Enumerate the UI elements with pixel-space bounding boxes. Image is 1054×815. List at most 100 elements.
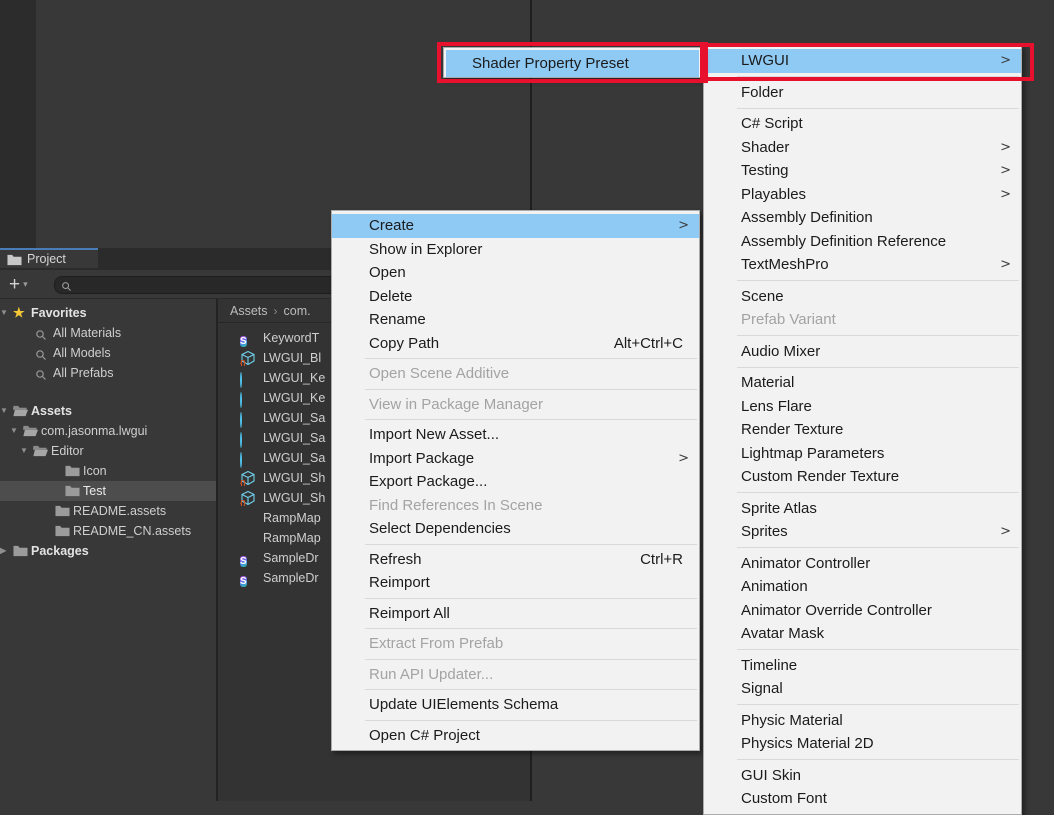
menu-item-physics-material-2d[interactable]: Physics Material 2D <box>704 732 1021 756</box>
menu-item-audio-mixer[interactable]: Audio Mixer <box>704 340 1021 364</box>
menu-item-assembly-definition-reference[interactable]: Assembly Definition Reference <box>704 230 1021 254</box>
tree-item-all-models[interactable]: All Models <box>0 343 216 363</box>
material-asset-icon <box>240 410 256 426</box>
submenu-chevron-icon: > <box>1000 253 1011 277</box>
breadcrumb-segment[interactable]: Assets <box>230 304 268 318</box>
menu-item-label: Select Dependencies <box>369 520 511 537</box>
menu-item-label: Assembly Definition Reference <box>741 233 946 250</box>
tree-item-com-jasonma-lwgui[interactable]: ▼com.jasonma.lwgui <box>0 421 216 441</box>
menu-item-folder[interactable]: Folder <box>704 81 1021 105</box>
menu-item-physic-material[interactable]: Physic Material <box>704 709 1021 733</box>
menu-item-select-dependencies[interactable]: Select Dependencies <box>332 517 699 541</box>
menu-item-avatar-mask[interactable]: Avatar Mask <box>704 622 1021 646</box>
foldout-open-icon[interactable]: ▼ <box>0 303 8 323</box>
menu-separator <box>737 759 1019 760</box>
menu-item-label: Animator Override Controller <box>741 602 932 619</box>
menu-item-render-texture[interactable]: Render Texture <box>704 418 1021 442</box>
shader-asset-icon: S <box>240 570 256 586</box>
menu-item-reimport-all[interactable]: Reimport All <box>332 602 699 626</box>
menu-item-playables[interactable]: Playables > <box>704 183 1021 207</box>
menu-item-open[interactable]: Open <box>332 261 699 285</box>
menu-item-textmeshpro[interactable]: TextMeshPro> <box>704 253 1021 277</box>
breadcrumb-segment[interactable]: com. <box>284 304 311 318</box>
asset-item-label: LWGUI_Ke <box>263 368 325 388</box>
menu-item-custom-render-texture[interactable]: Custom Render Texture <box>704 465 1021 489</box>
foldout-open-icon[interactable]: ▼ <box>20 441 28 461</box>
menu-item-rename[interactable]: Rename <box>332 308 699 332</box>
submenu-chevron-icon: > <box>1000 183 1011 207</box>
foldout-open-icon[interactable]: ▼ <box>0 401 8 421</box>
chevron-down-icon[interactable]: ▾ <box>23 279 28 290</box>
menu-item-show-in-explorer[interactable]: Show in Explorer <box>332 238 699 262</box>
menu-item-timeline[interactable]: Timeline <box>704 654 1021 678</box>
menu-item-import-package[interactable]: Import Package> <box>332 447 699 471</box>
tree-item-readme-cn-assets[interactable]: README_CN.assets <box>0 521 216 541</box>
menu-item-label: GUI Skin <box>741 767 801 784</box>
menu-item-copy-path[interactable]: Copy PathAlt+Ctrl+C <box>332 332 699 356</box>
tree-item-label: Editor <box>51 441 84 461</box>
foldout-closed-icon[interactable]: ▶ <box>0 541 6 561</box>
menu-item-material[interactable]: Material <box>704 371 1021 395</box>
tree-item-assets[interactable]: ▼Assets <box>0 401 216 421</box>
menu-separator <box>365 659 697 660</box>
menu-item-update-uielements-schema[interactable]: Update UIElements Schema <box>332 693 699 717</box>
menu-item-open-c-project[interactable]: Open C# Project <box>332 724 699 748</box>
menu-item-label: C# Script <box>741 115 803 132</box>
menu-item-sprite-atlas[interactable]: Sprite Atlas <box>704 497 1021 521</box>
menu-item-shader-property-preset[interactable]: Shader Property Preset <box>446 50 699 77</box>
menu-item-label: Find References In Scene <box>369 497 542 514</box>
menu-item-run-api-updater: Run API Updater... <box>332 663 699 687</box>
menu-item-label: Update UIElements Schema <box>369 696 558 713</box>
menu-item-c-script[interactable]: C# Script <box>704 112 1021 136</box>
menu-item-delete[interactable]: Delete <box>332 285 699 309</box>
menu-separator <box>737 492 1019 493</box>
add-asset-button[interactable]: + <box>9 275 20 294</box>
menu-item-reimport[interactable]: Reimport <box>332 571 699 595</box>
tree-item-favorites[interactable]: ▼★Favorites <box>0 303 216 323</box>
menu-item-signal[interactable]: Signal <box>704 677 1021 701</box>
tree-item-all-prefabs[interactable]: All Prefabs <box>0 363 216 383</box>
menu-item-scene[interactable]: Scene <box>704 285 1021 309</box>
menu-item-create[interactable]: Create> <box>332 214 699 238</box>
tree-item-editor[interactable]: ▼ Editor <box>0 441 216 461</box>
menu-item-refresh[interactable]: RefreshCtrl+R <box>332 548 699 572</box>
menu-item-shader[interactable]: Shader> <box>704 136 1021 160</box>
tab-project[interactable]: Project <box>0 248 98 268</box>
tree-item-test[interactable]: Test <box>0 481 216 501</box>
menu-item-shortcut: Ctrl+R <box>640 548 683 572</box>
menu-item-label: Create <box>369 217 414 234</box>
asset-icon-hidden <box>240 510 256 526</box>
menu-item-label: Import Package <box>369 450 474 467</box>
menu-item-assembly-definition[interactable]: Assembly Definition <box>704 206 1021 230</box>
menu-item-label: Scene <box>741 288 784 305</box>
tree-item-packages[interactable]: ▶Packages <box>0 541 216 561</box>
tree-item-readme-assets[interactable]: README.assets <box>0 501 216 521</box>
folder-icon <box>13 544 28 557</box>
menu-item-import-new-asset[interactable]: Import New Asset... <box>332 423 699 447</box>
menu-item-sprites[interactable]: Sprites> <box>704 520 1021 544</box>
tree-item-label: Favorites <box>31 303 87 323</box>
menu-separator <box>737 108 1019 109</box>
folder-icon <box>55 504 70 517</box>
tree-item-all-materials[interactable]: All Materials <box>0 323 216 343</box>
tree-item-icon[interactable]: Icon <box>0 461 216 481</box>
menu-item-lens-flare[interactable]: Lens Flare <box>704 395 1021 419</box>
menu-item-lightmap-parameters[interactable]: Lightmap Parameters <box>704 442 1021 466</box>
tree-item-label: All Materials <box>53 323 121 343</box>
menu-item-custom-font[interactable]: Custom Font <box>704 787 1021 811</box>
foldout-open-icon[interactable]: ▼ <box>10 421 18 441</box>
menu-item-animator-override-controller[interactable]: Animator Override Controller <box>704 599 1021 623</box>
menu-item-gui-skin[interactable]: GUI Skin <box>704 764 1021 788</box>
search-icon <box>35 367 47 379</box>
menu-item-label: Signal <box>741 680 783 697</box>
menu-item-label: Delete <box>369 288 412 305</box>
menu-item-animator-controller[interactable]: Animator Controller <box>704 552 1021 576</box>
menu-item-lwgui[interactable]: LWGUI> <box>704 49 1021 73</box>
menu-item-animation[interactable]: Animation <box>704 575 1021 599</box>
context-menu: Create>Show in ExplorerOpenDeleteRenameC… <box>331 210 700 751</box>
menu-item-testing[interactable]: Testing> <box>704 159 1021 183</box>
menu-item-label: Playables <box>741 186 806 203</box>
menu-item-export-package[interactable]: Export Package... <box>332 470 699 494</box>
menu-item-label: Material <box>741 374 794 391</box>
menu-item-label: Shader <box>741 139 789 156</box>
